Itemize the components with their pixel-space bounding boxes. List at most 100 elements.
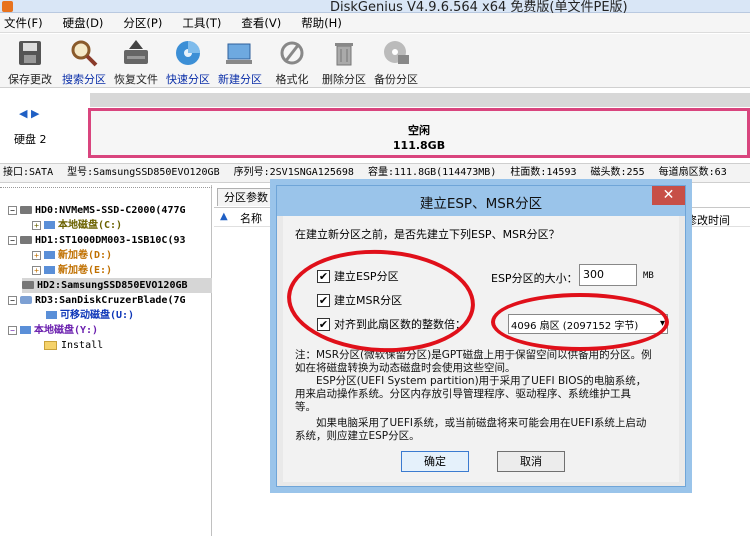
free-space-block[interactable]: 空闲 111.8GB [88,108,750,158]
expand-icon[interactable]: + [32,220,41,230]
note-line-4: 用来启动操作系统。分区内存放引导管理程序、驱动程序、系统维护工具 [295,388,631,400]
disk-info-bar: 接口:SATA 型号:SamsungSSD850EVO120GB 序列号:2SV… [0,163,750,183]
partition-size: 111.8GB [392,139,446,152]
create-esp-checkbox[interactable]: ✔ [317,269,330,283]
partition-icon [46,311,57,319]
column-modified[interactable]: 修改时间 [686,212,730,228]
dialog-body: 在建立新分区之前，是否先建立下列ESP、MSR分区？ ✔ 建立ESP分区 ✔ 建… [283,216,679,482]
esp-size-unit: MB [643,271,654,281]
usb-drive-icon [20,296,32,304]
delete-partition-button[interactable]: 删除分区 [317,36,371,86]
close-icon[interactable]: ✕ [652,186,685,205]
tree-item-rd3[interactable]: − RD3:SanDiskCruzerBlade(7G [8,293,212,308]
menu-disk[interactable]: 硬盘(D) [63,15,104,31]
align-label: 对齐到此扇区数的整数倍： [334,318,466,331]
dialog-question: 在建立新分区之前，是否先建立下列ESP、MSR分区？ [295,228,560,241]
partition-icon [44,266,55,274]
quick-partition-button[interactable]: 快速分区 [161,36,215,86]
partition-icon [44,221,55,229]
menu-bar: 文件(F) 硬盘(D) 分区(P) 工具(T) 查看(V) 帮助(H) [0,13,750,33]
esp-size-label: ESP分区的大小： [491,272,578,285]
partition-name: 空闲 [408,124,430,137]
ok-button[interactable]: 确定 [401,451,469,472]
dialog-title: 建立ESP、MSR分区 [419,196,543,212]
quick-partition-icon [173,38,203,68]
title-bar: DiskGenius V4.9.6.564 x64 免费版(单文件PE版) [0,0,750,15]
toolbar: 保存更改 搜索分区 恢复文件 快速分区 新建分区 格式化 删除分区 备份分区 [0,34,750,88]
backup-icon [381,38,411,68]
menu-help[interactable]: 帮助(H) [301,15,342,31]
tree-item-hd1[interactable]: − HD1:ST1000DM003-1SB10C(93 [8,233,212,248]
disk-icon [20,236,32,244]
tree-item-u-drive[interactable]: 可移动磁盘(U:) [46,308,212,323]
menu-tools[interactable]: 工具(T) [182,15,221,31]
info-heads: 磁头数:255 [590,167,645,178]
note-line-6: 如果电脑采用了UEFI系统，或当前磁盘将来可能会用在UEFI系统上启动 [295,417,647,429]
tree-item-hd0[interactable]: − HD0:NVMeMS-SSD-C2000(477G [8,203,212,218]
trash-icon [329,38,359,68]
disk-nav-arrows[interactable]: ◀ ▶ [19,107,39,120]
info-model: 型号:SamsungSSD850EVO120GB [67,167,220,178]
align-sector-select[interactable]: 4096 扇区 (2097152 字节) ▾ [508,314,668,334]
expand-icon[interactable]: + [32,250,41,260]
info-interface: 接口:SATA [3,167,54,178]
info-cylinders: 柱面数:14593 [510,167,577,178]
column-name[interactable]: 名称 [240,210,262,226]
disk-label: 硬盘 2 [14,133,47,146]
menu-file[interactable]: 文件(F) [4,15,43,31]
save-changes-button[interactable]: 保存更改 [3,36,57,86]
format-button[interactable]: 格式化 [265,36,319,86]
create-esp-label: 建立ESP分区 [334,270,399,283]
up-arrow-icon[interactable]: ▲ [220,211,230,222]
menu-partition[interactable]: 分区(P) [123,15,162,31]
new-partition-icon [225,38,255,68]
tree-item-e-drive[interactable]: + 新加卷(E:) [32,263,212,278]
disk-map: ◀ ▶ 硬盘 2 空闲 111.8GB [0,89,750,163]
collapse-icon[interactable]: − [8,205,17,215]
collapse-icon[interactable]: − [8,325,17,335]
disk-strip [90,93,750,107]
note-line-7: 系统，则应建立ESP分区。 [295,430,420,442]
note-line-1: 注：MSR分区(微软保留分区)是GPT磁盘上用于保留空间以供备用的分区。例 [295,349,652,361]
esp-size-input[interactable]: 300 [579,264,637,286]
cancel-button[interactable]: 取消 [497,451,565,472]
tab-partition-params[interactable]: 分区参数 [217,188,275,206]
expand-icon[interactable]: + [32,265,41,275]
tree-item-install[interactable]: Install [44,338,212,353]
save-icon [15,38,45,68]
align-checkbox-row[interactable]: ✔ 对齐到此扇区数的整数倍： [317,316,466,332]
collapse-icon[interactable]: − [8,295,17,305]
backup-partition-button[interactable]: 备份分区 [369,36,423,86]
recover-files-button[interactable]: 恢复文件 [109,36,163,86]
align-selected-value: 4096 扇区 (2097152 字节) [511,321,639,332]
search-partition-button[interactable]: 搜索分区 [57,36,111,86]
create-msr-checkbox[interactable]: ✔ [317,293,330,307]
note-line-3: ESP分区(UEFI System partition)用于采用了UEFI BI… [295,375,647,387]
create-esp-msr-dialog: 建立ESP、MSR分区 ✕ 在建立新分区之前，是否先建立下列ESP、MSR分区？… [276,185,686,487]
tree-divider [0,187,212,188]
tree-item-d-drive[interactable]: + 新加卷(D:) [32,248,212,263]
format-icon [277,38,307,68]
chevron-down-icon[interactable]: ▾ [660,318,665,329]
info-serial: 序列号:2SV1SNGA125698 [233,167,354,178]
align-checkbox[interactable]: ✔ [317,317,330,331]
tree-item-y-drive[interactable]: − 本地磁盘(Y:) [8,323,212,338]
note-line-5: 等。 [295,401,316,413]
partition-icon [20,326,31,334]
info-capacity: 容量:111.8GB(114473MB) [367,167,497,178]
create-msr-checkbox-row[interactable]: ✔ 建立MSR分区 [317,292,402,308]
new-partition-button[interactable]: 新建分区 [213,36,267,86]
create-esp-checkbox-row[interactable]: ✔ 建立ESP分区 [317,268,399,284]
app-icon [2,1,13,12]
collapse-icon[interactable]: − [8,235,17,245]
disk-icon [22,281,34,289]
create-msr-label: 建立MSR分区 [334,294,403,307]
menu-view[interactable]: 查看(V) [241,15,281,31]
info-sectors: 每道扇区数:63 [658,167,727,178]
tree-item-c-drive[interactable]: + 本地磁盘(C:) [32,218,212,233]
disk-icon [20,206,32,214]
tree-item-hd2[interactable]: HD2:SamsungSSD850EVO120GB [22,278,212,293]
partition-icon [44,251,55,259]
search-icon [69,38,99,68]
dialog-title-bar: 建立ESP、MSR分区 ✕ [277,186,685,216]
